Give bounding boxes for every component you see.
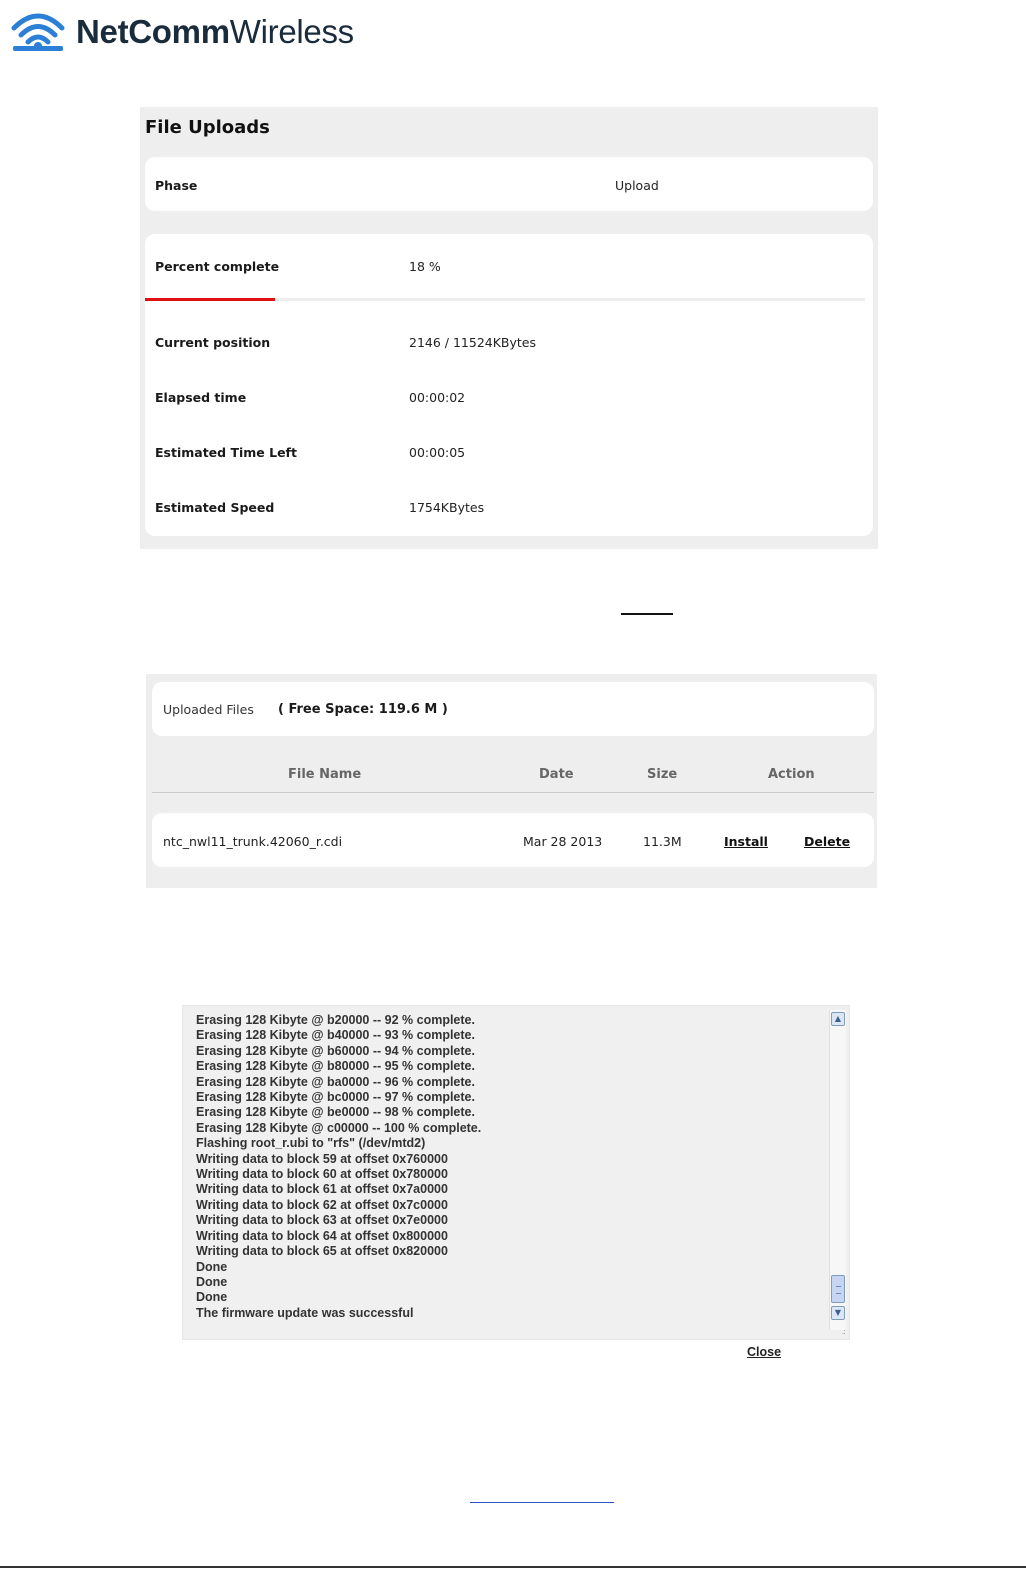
log-line: Writing data to block 62 at offset 0x7c0… (196, 1197, 448, 1212)
log-line: Erasing 128 Kibyte @ ba0000 -- 96 % comp… (196, 1074, 475, 1089)
uploaded-files-title: Uploaded Files (163, 702, 254, 717)
elapsed-time-value: 00:00:02 (409, 390, 466, 405)
log-line: Done (196, 1274, 228, 1289)
log-line: Writing data to block 60 at offset 0x780… (196, 1167, 448, 1182)
col-date: Date (539, 767, 574, 782)
estimated-speed-label: Estimated Speed (155, 500, 275, 515)
upload-progress-fill (145, 298, 275, 301)
page-footer-rule (0, 1566, 1026, 1568)
elapsed-time-label: Elapsed time (155, 390, 247, 405)
log-line: Erasing 128 Kibyte @ bc0000 -- 97 % comp… (196, 1090, 475, 1105)
log-line: Writing data to block 61 at offset 0x7a0… (196, 1182, 448, 1197)
phase-value: Upload (615, 178, 659, 193)
close-link[interactable]: Close (747, 1345, 781, 1359)
netcomm-logo: NetCommWireless (10, 6, 354, 58)
log-line: Writing data to block 59 at offset 0x760… (196, 1151, 448, 1166)
phase-card: Phase Upload (145, 157, 873, 211)
log-line: Done (196, 1259, 228, 1274)
install-link[interactable]: Install (724, 834, 768, 849)
file-uploads-panel: File Uploads Phase Upload Percent comple… (140, 107, 878, 549)
delete-link[interactable]: Delete (804, 834, 850, 849)
log-lines: Erasing 128 Kibyte @ b20000 -- 92 % comp… (196, 1013, 481, 1321)
estimated-time-left-value: 00:00:05 (409, 445, 466, 460)
col-size: Size (647, 767, 678, 782)
brand-name: NetCommWireless (76, 13, 354, 50)
header-divider (152, 792, 874, 793)
log-line: Erasing 128 Kibyte @ be0000 -- 98 % comp… (196, 1105, 475, 1120)
log-line: Erasing 128 Kibyte @ b60000 -- 94 % comp… (196, 1043, 475, 1058)
firmware-log-textarea[interactable]: Erasing 128 Kibyte @ b20000 -- 92 % comp… (182, 1005, 850, 1340)
resize-grip-icon[interactable]: .: (842, 1327, 846, 1336)
hyperlink-underline (470, 1502, 614, 1503)
phase-label: Phase (155, 178, 198, 193)
file-name: ntc_nwl11_trunk.42060_r.cdi (163, 834, 343, 849)
log-line: Erasing 128 Kibyte @ b20000 -- 92 % comp… (196, 1013, 475, 1027)
log-line: Flashing root_r.ubi to "rfs" (/dev/mtd2) (196, 1136, 426, 1151)
log-line: Writing data to block 65 at offset 0x820… (196, 1244, 448, 1259)
file-date: Mar 28 2013 (523, 834, 603, 849)
file-uploads-title: File Uploads (145, 117, 270, 138)
log-line: The firmware update was successful (196, 1305, 414, 1320)
uploaded-files-header: Uploaded Files ( Free Space: 119.6 M ) (152, 682, 874, 736)
wifi-signal-icon (11, 13, 65, 51)
scroll-up-arrow-icon[interactable]: ▲ (831, 1012, 845, 1026)
file-size: 11.3M (643, 834, 682, 849)
scroll-thumb[interactable] (831, 1275, 845, 1303)
scroll-down-arrow-icon[interactable]: ▼ (831, 1306, 845, 1320)
col-action: Action (768, 767, 815, 782)
log-line: Erasing 128 Kibyte @ b40000 -- 93 % comp… (196, 1028, 475, 1043)
table-row: ntc_nwl11_trunk.42060_r.cdi Mar 28 2013 … (152, 813, 874, 867)
link-underline (621, 613, 673, 615)
log-line: Writing data to block 63 at offset 0x7e0… (196, 1213, 448, 1228)
free-space: ( Free Space: 119.6 M ) (278, 702, 448, 717)
log-scrollbar[interactable]: ▲ ▼ (829, 1010, 846, 1330)
estimated-time-left-label: Estimated Time Left (155, 445, 297, 460)
uploaded-files-panel: Uploaded Files ( Free Space: 119.6 M ) F… (146, 674, 877, 888)
estimated-speed-value: 1754KBytes (409, 500, 485, 515)
upload-stats-card: Percent complete 18 % Current position 2… (145, 234, 873, 536)
current-position-value: 2146 / 11524KBytes (409, 335, 537, 350)
log-line: Done (196, 1290, 228, 1305)
current-position-label: Current position (155, 335, 271, 350)
log-line: Erasing 128 Kibyte @ c00000 -- 100 % com… (196, 1120, 482, 1135)
log-line: Writing data to block 64 at offset 0x800… (196, 1228, 448, 1243)
upload-progress-bar (145, 298, 865, 301)
percent-complete-label: Percent complete (155, 259, 280, 274)
percent-complete-value: 18 % (409, 259, 441, 274)
col-file-name: File Name (288, 767, 362, 782)
log-line: Erasing 128 Kibyte @ b80000 -- 95 % comp… (196, 1059, 475, 1074)
